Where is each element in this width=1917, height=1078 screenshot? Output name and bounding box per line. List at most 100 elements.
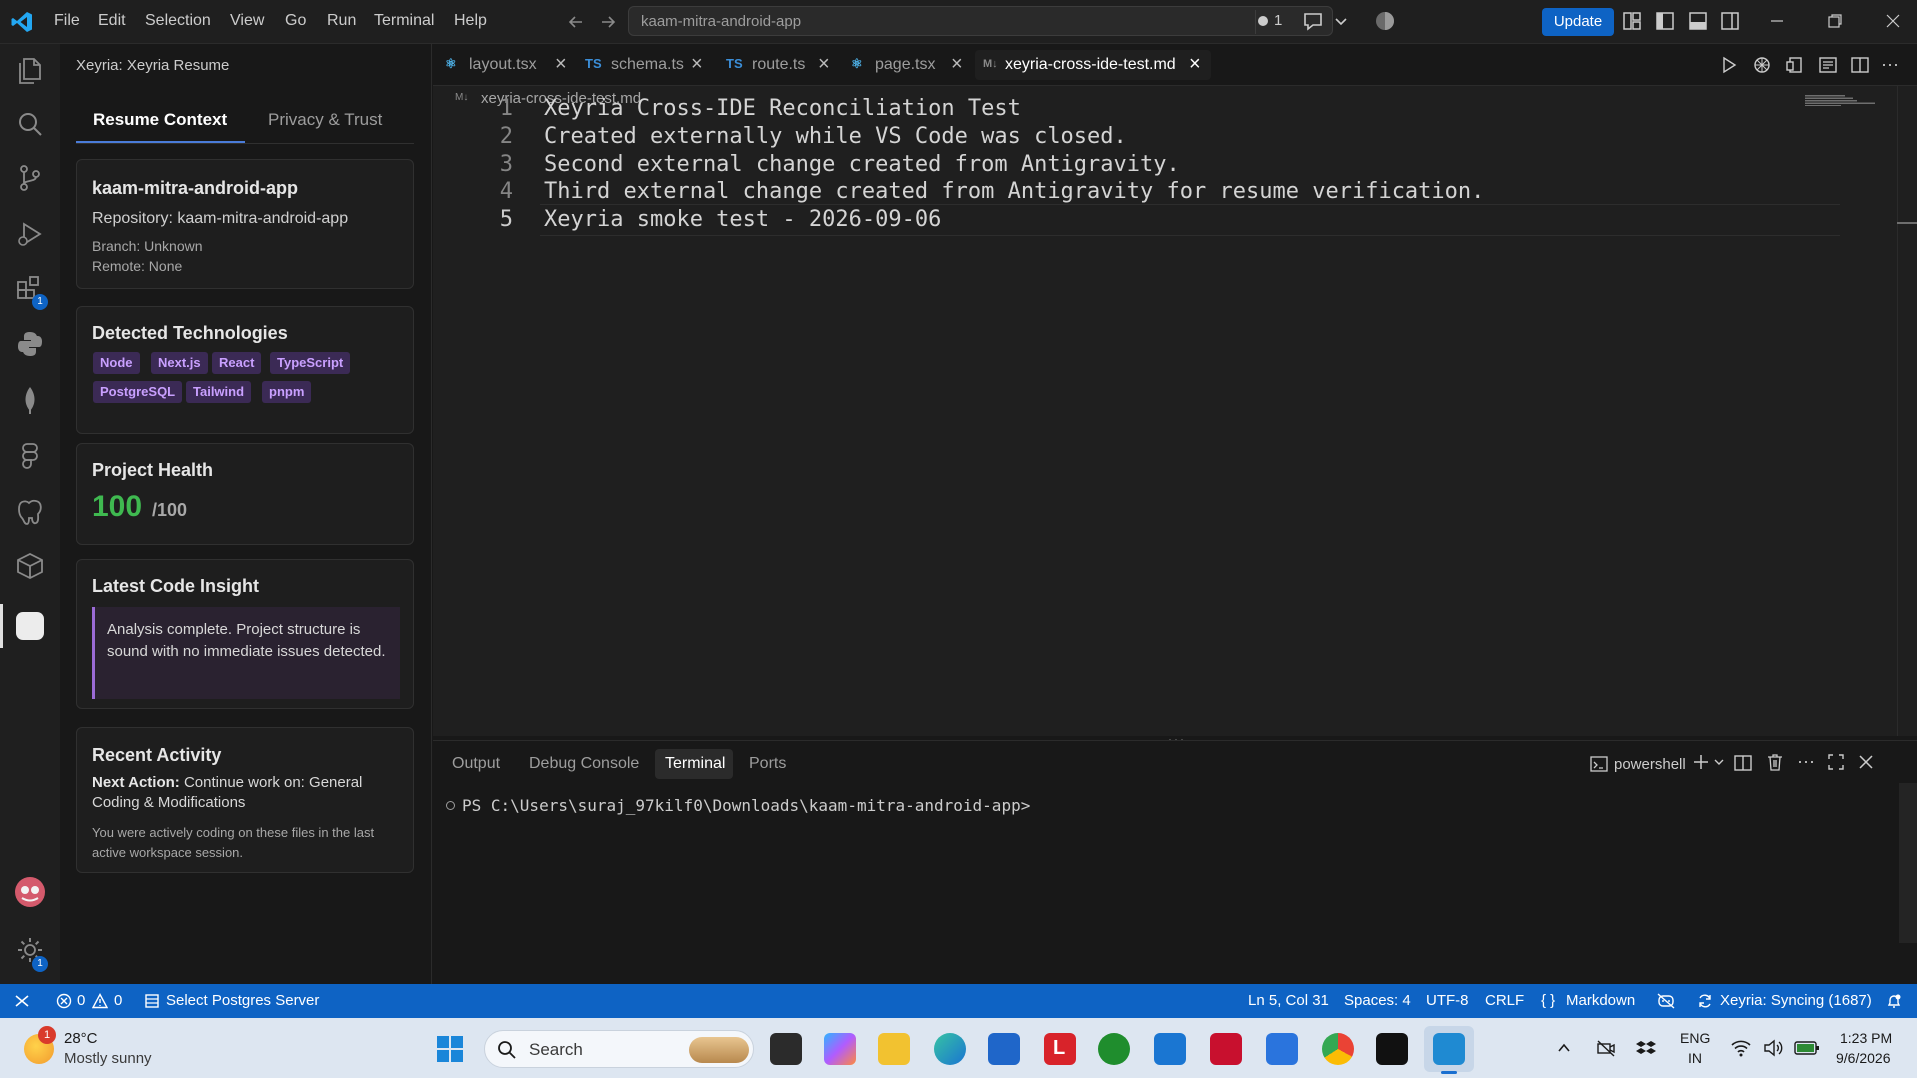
panel-tab-output[interactable]: Output	[452, 755, 500, 773]
menu-help[interactable]: Help	[454, 12, 487, 30]
xeyria-sync-status[interactable]: Xeyria: Syncing (1687)	[1720, 992, 1872, 1009]
close-tab-icon[interactable]: ×	[818, 53, 830, 76]
warning-count[interactable]: 0	[114, 992, 122, 1009]
indentation[interactable]: Spaces: 4	[1344, 992, 1411, 1009]
edge-browser-icon[interactable]	[934, 1033, 966, 1065]
vscode-taskbar-icon[interactable]	[1433, 1033, 1465, 1065]
figma-icon[interactable]	[14, 440, 46, 472]
tab-xeyria-md[interactable]: M↓ xeyria-cross-ide-test.md ×	[975, 50, 1211, 80]
menu-go[interactable]: Go	[285, 12, 306, 30]
panel-tab-ports[interactable]: Ports	[749, 755, 786, 773]
code-line[interactable]: Third external change created from Antig…	[544, 179, 1484, 204]
minimap[interactable]	[1805, 94, 1877, 106]
start-windows-icon[interactable]	[436, 1035, 464, 1063]
todo-icon[interactable]	[1266, 1033, 1298, 1065]
maximize-panel-icon[interactable]	[1827, 753, 1845, 771]
source-control-icon[interactable]	[14, 162, 46, 194]
more-actions-icon[interactable]: ···	[1881, 54, 1899, 75]
copilot-app-icon[interactable]	[824, 1033, 856, 1065]
database-icon[interactable]	[144, 993, 160, 1009]
close-tab-icon[interactable]: ×	[951, 53, 963, 76]
ai-assist-icon[interactable]	[1752, 55, 1772, 75]
update-button[interactable]: Update	[1542, 8, 1614, 36]
close-tab-icon[interactable]: ×	[555, 53, 567, 76]
close-tab-icon[interactable]: ×	[1189, 53, 1201, 76]
chevron-down-icon[interactable]	[1334, 14, 1348, 28]
editor[interactable]: M↓ xeyria-cross-ide-test.md 1 Xeyria Cro…	[433, 86, 1917, 736]
xeyria-icon[interactable]	[14, 610, 46, 642]
explorer-icon[interactable]	[14, 54, 46, 86]
notifications-bell-icon[interactable]	[1886, 993, 1902, 1009]
warning-icon[interactable]	[92, 993, 108, 1009]
menu-edit[interactable]: Edit	[98, 12, 126, 30]
lenovo-app-icon[interactable]: L	[1044, 1033, 1076, 1065]
chevron-up-icon[interactable]	[1556, 1040, 1572, 1056]
code-line[interactable]: Second external change created from Anti…	[544, 152, 1180, 177]
error-icon[interactable]	[56, 993, 72, 1009]
chevron-down-icon[interactable]	[1713, 756, 1725, 768]
close-window-icon[interactable]	[1884, 12, 1902, 30]
weather-desc[interactable]: Mostly sunny	[64, 1050, 152, 1067]
remote-desktop-icon[interactable]	[1154, 1033, 1186, 1065]
accounts-shield-icon[interactable]	[1374, 10, 1396, 32]
chrome-icon[interactable]	[1322, 1033, 1354, 1065]
code-line[interactable]: Xeyria smoke test - 2026-09-06	[544, 207, 941, 232]
nav-forward-icon[interactable]	[598, 12, 618, 32]
menu-run[interactable]: Run	[327, 12, 356, 30]
cursor-position[interactable]: Ln 5, Col 31	[1248, 992, 1329, 1009]
language-braces-icon[interactable]: { }	[1541, 992, 1555, 1009]
more-actions-icon[interactable]: ···	[1797, 751, 1815, 772]
encoding[interactable]: UTF-8	[1426, 992, 1469, 1009]
new-terminal-icon[interactable]	[1692, 753, 1710, 771]
xbox-icon[interactable]	[1098, 1033, 1130, 1065]
toggle-primary-sidebar-icon[interactable]	[1655, 11, 1675, 31]
scrollbar-track[interactable]	[1897, 86, 1898, 736]
battery-charging-icon[interactable]	[1794, 1039, 1820, 1057]
close-tab-icon[interactable]: ×	[691, 53, 703, 76]
panel-tab-debug-console[interactable]: Debug Console	[529, 755, 639, 773]
mcafee-icon[interactable]	[1210, 1033, 1242, 1065]
select-postgres-server[interactable]: Select Postgres Server	[166, 992, 319, 1009]
task-view-icon[interactable]	[770, 1033, 802, 1065]
panel-tab-terminal[interactable]: Terminal	[665, 755, 725, 773]
sync-icon[interactable]	[1697, 993, 1713, 1009]
code-line[interactable]: Created externally while VS Code was clo…	[544, 124, 1127, 149]
split-editor-icon[interactable]	[1850, 55, 1870, 75]
shell-name[interactable]: powershell	[1614, 756, 1686, 773]
trash-icon[interactable]	[1765, 752, 1785, 772]
menu-file[interactable]: File	[54, 12, 80, 30]
search-icon[interactable]	[14, 108, 46, 140]
wifi-icon[interactable]	[1730, 1038, 1752, 1058]
mongodb-leaf-icon[interactable]	[14, 384, 46, 416]
tab-schema-ts[interactable]: TS schema.ts ×	[585, 50, 709, 80]
line-ending[interactable]: CRLF	[1485, 992, 1524, 1009]
language-mode[interactable]: Markdown	[1566, 992, 1635, 1009]
taskbar-search-box[interactable]: Search	[484, 1030, 754, 1068]
tab-route-ts[interactable]: TS route.ts ×	[726, 50, 836, 80]
python-icon[interactable]	[14, 328, 46, 360]
tab-page-tsx[interactable]: ⚛ page.tsx ×	[851, 50, 969, 80]
open-preview-icon[interactable]	[1818, 55, 1838, 75]
weather-temp[interactable]: 28°C	[64, 1030, 98, 1047]
split-terminal-icon[interactable]	[1733, 753, 1753, 773]
volume-icon[interactable]	[1762, 1038, 1784, 1058]
language-top[interactable]: ENG	[1680, 1030, 1710, 1046]
command-center[interactable]: kaam-mitra-android-app	[628, 6, 1333, 36]
account-avatar-icon[interactable]	[14, 876, 46, 908]
restore-icon[interactable]	[1826, 12, 1844, 30]
dropbox-icon[interactable]	[1636, 1038, 1656, 1058]
open-changes-icon[interactable]	[1785, 55, 1805, 75]
copilot-status-icon[interactable]	[1656, 992, 1676, 1010]
toggle-panel-icon[interactable]	[1688, 11, 1708, 31]
menu-view[interactable]: View	[230, 12, 264, 30]
postgres-elephant-icon[interactable]	[14, 496, 46, 528]
microsoft-store-icon[interactable]	[988, 1033, 1020, 1065]
menu-terminal[interactable]: Terminal	[374, 12, 434, 30]
camera-off-icon[interactable]	[1596, 1038, 1616, 1058]
run-debug-icon[interactable]	[14, 218, 46, 250]
tab-resume-context[interactable]: Resume Context	[93, 110, 227, 130]
toggle-secondary-sidebar-icon[interactable]	[1720, 11, 1740, 31]
tab-privacy-trust[interactable]: Privacy & Trust	[268, 110, 382, 130]
file-explorer-icon[interactable]	[878, 1033, 910, 1065]
remote-button[interactable]	[0, 984, 44, 1018]
